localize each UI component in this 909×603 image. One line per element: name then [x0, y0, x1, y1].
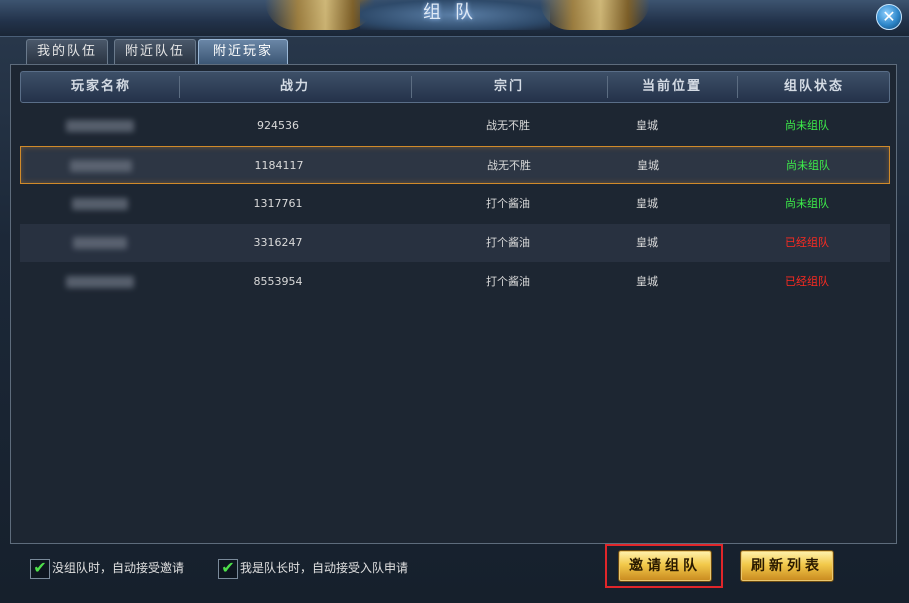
table-row[interactable]: 1317761 打个酱油 皇城 尚未组队	[20, 185, 890, 223]
dragon-ornament-left-icon	[265, 0, 375, 30]
sect-value: 战无不胜	[486, 119, 530, 132]
check-icon: ✔	[33, 558, 47, 577]
close-icon[interactable]: ✕	[876, 4, 902, 30]
tab-my-team[interactable]: 我的队伍	[26, 39, 108, 64]
table-row[interactable]: 3316247 打个酱油 皇城 已经组队	[20, 224, 890, 262]
sect-value: 战无不胜	[487, 159, 531, 172]
player-name-blurred	[20, 107, 180, 145]
status-badge: 尚未组队	[785, 119, 829, 132]
table-row[interactable]: 8553954 打个酱油 皇城 已经组队	[20, 263, 890, 301]
column-header-location[interactable]: 当前位置	[607, 72, 737, 102]
sect-value: 打个酱油	[486, 197, 530, 210]
check-icon: ✔	[221, 558, 235, 577]
power-value: 8553954	[253, 275, 303, 288]
sect-value: 打个酱油	[486, 275, 530, 288]
table-row-selected[interactable]: 1184117 战无不胜 皇城 尚未组队	[20, 146, 890, 184]
column-header-power[interactable]: 战力	[179, 72, 411, 102]
power-value: 924536	[257, 119, 299, 132]
column-header-name[interactable]: 玩家名称	[21, 72, 181, 102]
power-value: 1184117	[254, 159, 304, 172]
tab-nearby-players[interactable]: 附近玩家	[198, 39, 288, 64]
title-bar[interactable]: 组队 ✕	[0, 0, 909, 37]
auto-accept-join-label: 我是队长时，自动接受入队申请	[240, 561, 409, 575]
team-window: 组队 ✕ 我的队伍 附近队伍 附近玩家 玩家名称 战力 宗门 当前位置 组队状态…	[0, 0, 909, 603]
dragon-ornament-right-icon	[540, 0, 650, 30]
column-header-sect[interactable]: 宗门	[411, 72, 607, 102]
player-name-blurred	[20, 263, 180, 301]
auto-accept-join-checkbox[interactable]: ✔	[218, 559, 238, 579]
location-value: 皇城	[636, 236, 658, 249]
sect-value: 打个酱油	[486, 236, 530, 249]
power-value: 3316247	[253, 236, 303, 249]
auto-accept-invite-label: 没组队时，自动接受邀请	[52, 561, 185, 575]
player-name-blurred	[20, 224, 180, 262]
status-badge: 已经组队	[785, 275, 829, 288]
table-header: 玩家名称 战力 宗门 当前位置 组队状态	[20, 71, 890, 103]
player-name-blurred	[20, 185, 180, 223]
tab-nearby-teams[interactable]: 附近队伍	[114, 39, 196, 64]
location-value: 皇城	[636, 197, 658, 210]
column-header-status[interactable]: 组队状态	[737, 72, 891, 102]
refresh-list-button[interactable]: 刷新列表	[740, 550, 834, 582]
location-value: 皇城	[637, 159, 659, 172]
invite-team-button[interactable]: 邀请组队	[618, 550, 712, 582]
power-value: 1317761	[253, 197, 303, 210]
window-title: 组队	[360, 0, 550, 30]
table-row[interactable]: 924536 战无不胜 皇城 尚未组队	[20, 107, 890, 145]
status-badge: 尚未组队	[785, 197, 829, 210]
location-value: 皇城	[636, 119, 658, 132]
status-badge: 尚未组队	[786, 159, 830, 172]
auto-accept-invite-checkbox[interactable]: ✔	[30, 559, 50, 579]
status-badge: 已经组队	[785, 236, 829, 249]
player-name-blurred	[21, 147, 181, 185]
location-value: 皇城	[636, 275, 658, 288]
